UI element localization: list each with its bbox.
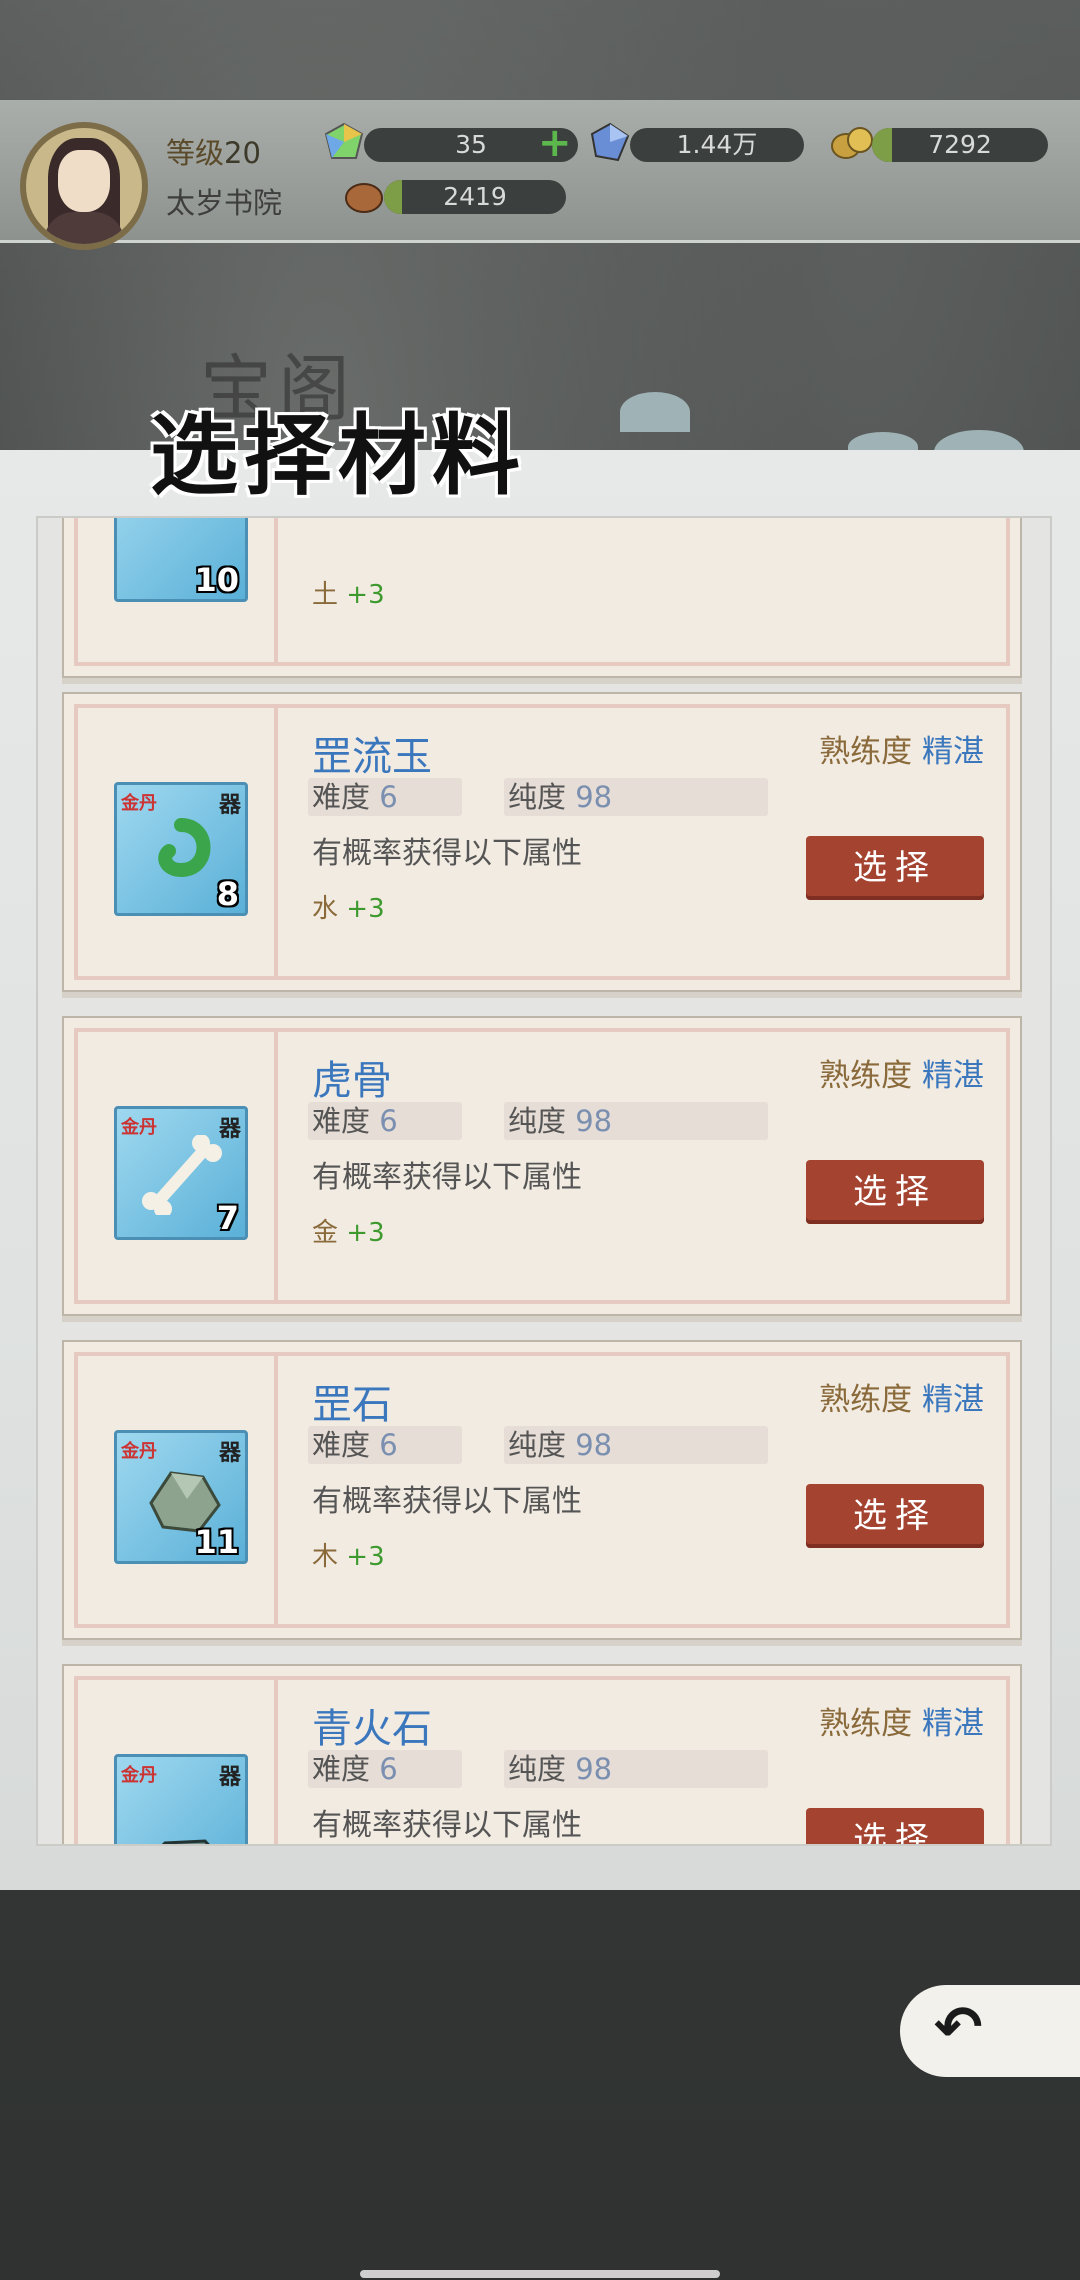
material-card: 金丹 器 7 虎骨 熟练度 精湛 难度 6 纯度 98 有概率获得以下属性 金 …: [62, 1016, 1022, 1316]
purity-stat: 纯度 98: [504, 1102, 768, 1140]
add-gem-button[interactable]: +: [538, 123, 572, 163]
item-name: 罡流玉: [312, 734, 432, 780]
academy-name: 太岁书院: [166, 186, 283, 220]
purity-stat: 纯度 98: [504, 1750, 768, 1788]
attribute-desc: 有概率获得以下属性: [312, 836, 582, 871]
gold-ore-counter: 7292: [872, 128, 1048, 162]
item-count: 7: [216, 1199, 239, 1237]
bone-icon[interactable]: 金丹 器 7: [114, 1106, 248, 1240]
difficulty-stat: 难度 6: [308, 1750, 462, 1788]
difficulty-stat: 难度 6: [308, 1102, 462, 1140]
select-button[interactable]: 选择: [806, 1484, 984, 1548]
rainbow-gem-icon: [324, 122, 364, 159]
level-value: 20: [224, 136, 261, 170]
copper-ore-icon: [345, 183, 383, 213]
item-tag-left: 金丹: [121, 1441, 157, 1462]
select-button[interactable]: 选择: [806, 836, 984, 900]
item-tag-right: 器: [218, 1765, 241, 1790]
item-tag-left: 金丹: [121, 793, 157, 814]
page-title: 选择材料: [150, 403, 527, 507]
purity-stat: 纯度 98: [504, 778, 768, 816]
purity-stat: 纯度 98: [504, 1426, 768, 1464]
item-tag-right: 器: [218, 793, 241, 818]
attribute-bonus: 土 +3: [312, 580, 385, 610]
level-indicator: 等级20: [166, 136, 261, 170]
copper-ore-counter: 2419: [384, 180, 566, 214]
item-name: 罡石: [312, 1382, 392, 1428]
select-button[interactable]: 选择: [806, 1160, 984, 1224]
attribute-desc: 有概率获得以下属性: [312, 1484, 582, 1519]
item-count: 11: [194, 1523, 239, 1561]
item-name: 虎骨: [312, 1058, 392, 1104]
material-card: 金丹 器 青火石 熟练度 精湛 难度 6 纯度 98 有概率获得以下属性 选择: [62, 1664, 1022, 1844]
attribute-bonus: 金 +3: [312, 1218, 385, 1248]
attribute-desc: 有概率获得以下属性: [312, 1160, 582, 1195]
material-card: 金丹 器 8 罡流玉 熟练度 精湛 难度 6 纯度 98 有概率获得以下属性 水…: [62, 692, 1022, 992]
proficiency: 熟练度 精湛: [819, 1058, 984, 1094]
select-button[interactable]: 选择: [806, 1808, 984, 1844]
blue-crystal-counter: 1.44万: [630, 128, 804, 162]
difficulty-stat: 难度 6: [308, 778, 462, 816]
cloud-decoration: [620, 392, 690, 432]
material-list[interactable]: 10 土 +3 选择 金丹 器 8 罡流玉 熟练度 精湛 难度 6 纯度 98 …: [36, 516, 1052, 1846]
back-button[interactable]: ↶: [900, 1985, 1080, 2077]
item-name: 青火石: [312, 1706, 432, 1752]
item-tag-left: 金丹: [121, 1765, 157, 1786]
ore-icon[interactable]: 10: [114, 518, 248, 602]
attribute-bonus: 水 +3: [312, 894, 385, 924]
attribute-desc: 有概率获得以下属性: [312, 1808, 582, 1843]
back-arrow-icon: ↶: [934, 1993, 983, 2061]
item-count: 8: [216, 875, 239, 913]
material-card: 10 土 +3 选择: [62, 518, 1022, 678]
gold-ore-icon: [831, 127, 873, 159]
blue-crystal-icon: [590, 122, 630, 162]
player-avatar[interactable]: [20, 122, 148, 250]
difficulty-stat: 难度 6: [308, 1426, 462, 1464]
jade-icon[interactable]: 金丹 器 8: [114, 782, 248, 916]
material-card: 金丹 器 11 罡石 熟练度 精湛 难度 6 纯度 98 有概率获得以下属性 木…: [62, 1340, 1022, 1640]
stone-icon[interactable]: 金丹 器 11: [114, 1430, 248, 1564]
attribute-bonus: 木 +3: [312, 1542, 385, 1572]
item-count: 10: [194, 561, 239, 599]
proficiency: 熟练度 精湛: [819, 734, 984, 770]
proficiency: 熟练度 精湛: [819, 1382, 984, 1418]
blue-fire-stone-icon[interactable]: 金丹 器: [114, 1754, 248, 1844]
home-indicator[interactable]: [360, 2270, 720, 2278]
proficiency: 熟练度 精湛: [819, 1706, 984, 1742]
